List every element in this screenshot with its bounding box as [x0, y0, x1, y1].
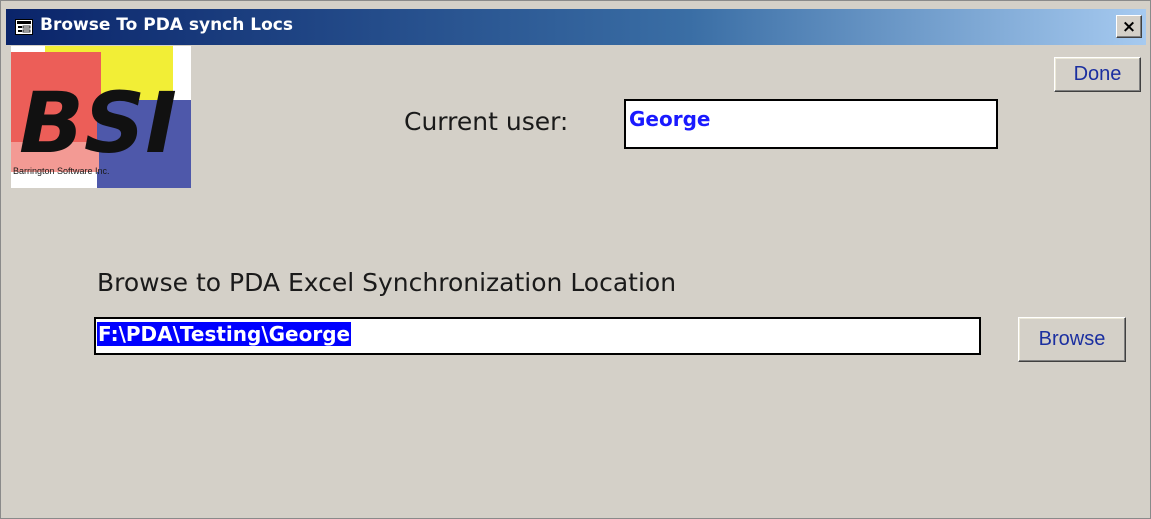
current-user-field[interactable]: George [624, 99, 998, 149]
dialog-window: Browse To PDA synch Locs × BSI Barringto… [0, 0, 1151, 519]
done-button[interactable]: Done [1054, 57, 1141, 92]
form-icon [15, 19, 33, 35]
sync-location-value: F:\PDA\Testing\George [97, 322, 352, 346]
close-button[interactable]: × [1116, 15, 1142, 38]
close-icon: × [1121, 17, 1137, 37]
browse-button[interactable]: Browse [1018, 317, 1126, 362]
logo-text: BSI [19, 74, 177, 172]
current-user-label: Current user: [404, 107, 569, 136]
title-bar[interactable]: Browse To PDA synch Locs × [6, 9, 1146, 45]
window-title: Browse To PDA synch Locs [40, 15, 293, 35]
bsi-logo: BSI Barrington Software Inc. [11, 46, 191, 188]
logo-subtitle: Barrington Software Inc. [13, 166, 110, 176]
sync-location-field[interactable]: F:\PDA\Testing\George [94, 317, 981, 355]
sync-location-label: Browse to PDA Excel Synchronization Loca… [97, 268, 677, 297]
